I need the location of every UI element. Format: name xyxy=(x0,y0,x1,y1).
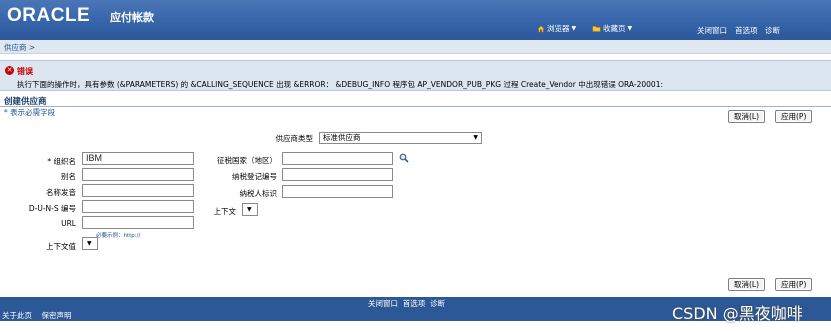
taxpayer-id-label: 纳税人标识 xyxy=(239,189,278,198)
duns-label: D-U-N-S 编号 xyxy=(28,204,76,213)
favorites-menu-label: 收藏页 xyxy=(603,24,626,33)
heading-divider xyxy=(0,106,831,107)
org-name-label: * 组织名 xyxy=(47,157,76,166)
context-value-label: 上下文值 xyxy=(46,242,76,251)
breadcrumb-bar: 供应商 > xyxy=(0,40,831,54)
supplier-type-label: 供应商类型 xyxy=(275,134,314,143)
chevron-down-icon: ▼ xyxy=(247,206,252,213)
about-page-link[interactable]: 关于此页 xyxy=(2,311,32,320)
favorites-menu[interactable]: 收藏页 ▼ xyxy=(592,23,632,34)
preferences-link[interactable]: 首选项 xyxy=(735,25,758,36)
context-value-select[interactable]: ▼ xyxy=(82,237,98,250)
tax-country-label: 征税国家（地区） xyxy=(217,156,277,165)
watermark-text: CSDN @黑夜咖啡 xyxy=(672,304,803,323)
taxpayer-id-field[interactable] xyxy=(282,185,393,198)
footer-preferences-link[interactable]: 首选项 xyxy=(403,299,426,308)
oracle-logo: ORACLE xyxy=(7,5,91,26)
context-select[interactable]: ▼ xyxy=(242,203,258,216)
tax-country-field[interactable] xyxy=(282,152,393,165)
footer-diagnostics-link[interactable]: 诊断 xyxy=(430,299,445,308)
tax-registration-field[interactable] xyxy=(282,168,393,181)
cancel-button-top[interactable]: 取消(L) xyxy=(728,110,766,123)
browser-menu[interactable]: 浏览器 ▼ xyxy=(537,23,576,34)
error-icon: ✕ xyxy=(5,66,14,75)
close-window-link[interactable]: 关闭窗口 xyxy=(697,25,727,36)
cancel-button-bottom[interactable]: 取消(L) xyxy=(728,278,766,291)
app-title: 应付帐款 xyxy=(110,11,154,24)
context-label: 上下文 xyxy=(213,207,237,216)
supplier-type-value: 标准供应商 xyxy=(323,133,361,142)
alias-field[interactable] xyxy=(82,168,194,181)
apply-button-top[interactable]: 应用(P) xyxy=(775,110,813,123)
chevron-down-icon: ▼ xyxy=(627,25,633,32)
supplier-type-select[interactable]: 标准供应商 ▼ xyxy=(319,132,482,144)
chevron-down-icon: ▼ xyxy=(571,25,577,32)
required-fields-note: * 表示必需字段 xyxy=(4,108,56,117)
footer-secondary-links: 关于此页 保密声明 xyxy=(2,310,72,321)
breadcrumb[interactable]: 供应商 > xyxy=(4,42,35,53)
search-icon[interactable] xyxy=(399,153,409,163)
browser-menu-label: 浏览器 xyxy=(547,24,570,33)
error-title: 错误 xyxy=(17,67,33,76)
duns-field[interactable] xyxy=(82,200,194,213)
name-pronunciation-field[interactable] xyxy=(82,184,194,197)
app-header: ORACLE 应付帐款 浏览器 ▼ 收藏页 ▼ 关闭窗口 首选项 诊断 xyxy=(0,0,831,40)
footer-links: 关闭窗口 首选项 诊断 xyxy=(368,298,445,309)
chevron-down-icon: ▼ xyxy=(87,240,92,247)
url-field[interactable] xyxy=(82,216,194,229)
url-example-hint: 必要示例：http:// xyxy=(96,233,141,239)
url-label: URL xyxy=(61,219,76,228)
privacy-statement-link[interactable]: 保密声明 xyxy=(42,311,72,320)
error-message: 执行下面的操作时，具有参数 (&PARAMETERS) 的 &CALLING_S… xyxy=(17,80,663,89)
folder-icon xyxy=(592,26,601,32)
apply-button-bottom[interactable]: 应用(P) xyxy=(775,278,813,291)
tax-registration-label: 纳税登记编号 xyxy=(232,172,277,181)
chevron-down-icon: ▼ xyxy=(473,134,478,141)
org-name-field[interactable]: IBM xyxy=(82,152,194,165)
diagnostics-link[interactable]: 诊断 xyxy=(765,25,780,36)
error-message-box: ✕ 错误 执行下面的操作时，具有参数 (&PARAMETERS) 的 &CALL… xyxy=(0,60,831,91)
home-icon xyxy=(537,25,545,32)
alias-label: 别名 xyxy=(61,172,76,181)
name-pronunciation-label: 名称发音 xyxy=(46,188,76,197)
footer-close-window-link[interactable]: 关闭窗口 xyxy=(368,299,398,308)
